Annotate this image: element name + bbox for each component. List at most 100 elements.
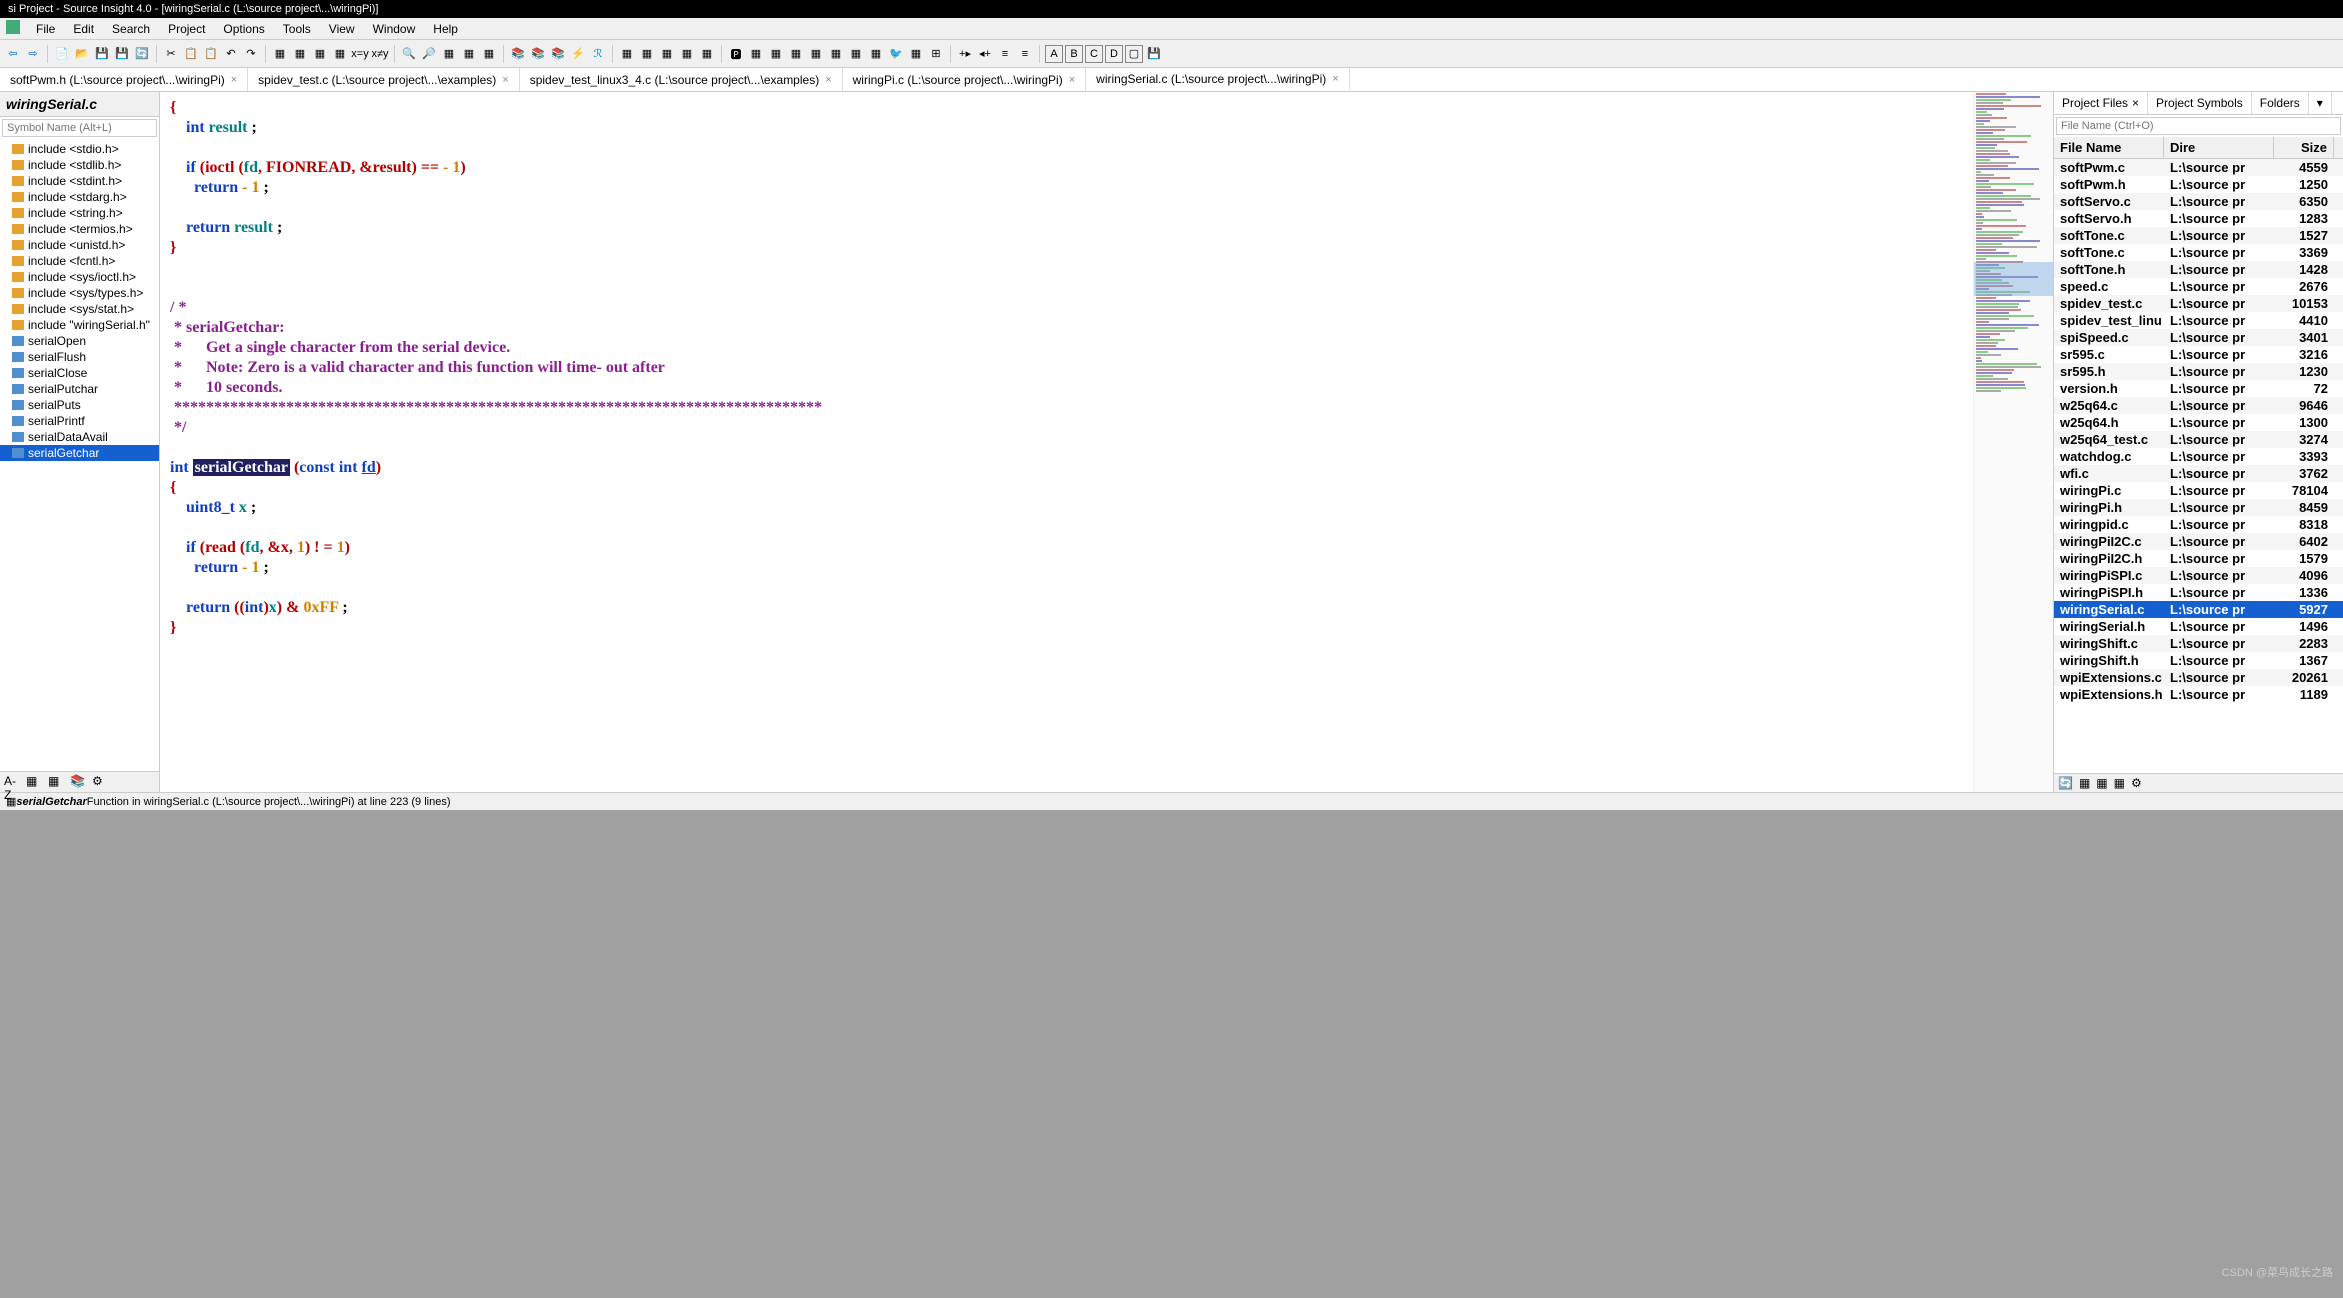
tool-icon[interactable]: +▸ bbox=[956, 45, 974, 63]
file-row[interactable]: wiringPiSPI.cL:\source pr4096 bbox=[2054, 567, 2343, 584]
symbol-item[interactable]: serialDataAvail bbox=[0, 429, 159, 445]
menu-search[interactable]: Search bbox=[104, 20, 158, 37]
tool-icon[interactable]: ▦ bbox=[787, 45, 805, 63]
symbol-item[interactable]: include <sys/types.h> bbox=[0, 285, 159, 301]
file-row[interactable]: w25q64.hL:\source pr1300 bbox=[2054, 414, 2343, 431]
tool-icon[interactable]: 📚 bbox=[529, 45, 547, 63]
file-row[interactable]: softPwm.cL:\source pr4559 bbox=[2054, 159, 2343, 176]
file-row[interactable]: softServo.hL:\source pr1283 bbox=[2054, 210, 2343, 227]
tool-icon[interactable]: ▦ bbox=[2096, 776, 2107, 790]
forward-button[interactable]: ⇨ bbox=[24, 45, 42, 63]
back-button[interactable]: ⇦ bbox=[4, 45, 22, 63]
file-row[interactable]: wpiExtensions.cL:\source pr20261 bbox=[2054, 669, 2343, 686]
tab-project-files[interactable]: Project Files× bbox=[2054, 92, 2148, 114]
redo-icon[interactable]: ↷ bbox=[242, 45, 260, 63]
tool-icon[interactable]: ▦ bbox=[271, 45, 289, 63]
layout-icon[interactable]: ▦ bbox=[678, 45, 696, 63]
refresh-icon[interactable]: 🔄 bbox=[2058, 776, 2073, 790]
file-row[interactable]: sr595.hL:\source pr1230 bbox=[2054, 363, 2343, 380]
cut-icon[interactable]: ✂ bbox=[162, 45, 180, 63]
file-row[interactable]: wiringpid.cL:\source pr8318 bbox=[2054, 516, 2343, 533]
layout-icon[interactable]: ▦ bbox=[618, 45, 636, 63]
col-size[interactable]: Size bbox=[2274, 137, 2334, 158]
file-row[interactable]: watchdog.cL:\source pr3393 bbox=[2054, 448, 2343, 465]
layout-full-icon[interactable]: ▢ bbox=[1125, 45, 1143, 63]
file-row[interactable]: version.hL:\source pr72 bbox=[2054, 380, 2343, 397]
symbol-item[interactable]: include <stdint.h> bbox=[0, 173, 159, 189]
tool-icon[interactable]: ▦ bbox=[867, 45, 885, 63]
menu-help[interactable]: Help bbox=[425, 20, 466, 37]
symbol-item[interactable]: serialGetchar bbox=[0, 445, 159, 461]
tool-icon[interactable]: ▦ bbox=[807, 45, 825, 63]
menu-view[interactable]: View bbox=[321, 20, 363, 37]
file-row[interactable]: softTone.hL:\source pr1428 bbox=[2054, 261, 2343, 278]
tool-icon[interactable]: x≠y bbox=[371, 45, 389, 63]
close-icon[interactable]: × bbox=[1332, 73, 1338, 85]
menu-tools[interactable]: Tools bbox=[275, 20, 319, 37]
symbol-tree[interactable]: include <stdio.h>include <stdlib.h>inclu… bbox=[0, 139, 159, 771]
tool-icon[interactable]: ▦ bbox=[331, 45, 349, 63]
layout-d-icon[interactable]: D bbox=[1105, 45, 1123, 63]
tool-icon[interactable]: 📚 bbox=[509, 45, 527, 63]
layout-c-icon[interactable]: C bbox=[1085, 45, 1103, 63]
symbol-item[interactable]: serialFlush bbox=[0, 349, 159, 365]
symbol-item[interactable]: include <sys/ioctl.h> bbox=[0, 269, 159, 285]
file-row[interactable]: wiringPi.cL:\source pr78104 bbox=[2054, 482, 2343, 499]
symbol-item[interactable]: serialPutchar bbox=[0, 381, 159, 397]
file-row[interactable]: wiringPiSPI.hL:\source pr1336 bbox=[2054, 584, 2343, 601]
save-all-icon[interactable]: 💾 bbox=[113, 45, 131, 63]
file-row[interactable]: wpiExtensions.hL:\source pr1189 bbox=[2054, 686, 2343, 703]
tool-icon[interactable]: ▦ bbox=[480, 45, 498, 63]
file-row[interactable]: wiringShift.hL:\source pr1367 bbox=[2054, 652, 2343, 669]
symbol-item[interactable]: include <sys/stat.h> bbox=[0, 301, 159, 317]
close-icon[interactable]: × bbox=[231, 74, 237, 86]
tool-icon[interactable]: ▦ bbox=[767, 45, 785, 63]
tool-icon[interactable]: ≡ bbox=[996, 45, 1014, 63]
paste-icon[interactable]: 📋 bbox=[202, 45, 220, 63]
layout-icon[interactable]: ▦ bbox=[638, 45, 656, 63]
undo-icon[interactable]: ↶ bbox=[222, 45, 240, 63]
tool-icon[interactable]: ▦ bbox=[48, 774, 64, 790]
tool-icon[interactable]: ▦ bbox=[2079, 776, 2090, 790]
tool-icon[interactable]: ⊞ bbox=[927, 45, 945, 63]
layout-icon[interactable]: ▦ bbox=[658, 45, 676, 63]
gear-icon[interactable]: ⚙ bbox=[2131, 776, 2142, 790]
new-file-icon[interactable]: 📄 bbox=[53, 45, 71, 63]
close-icon[interactable]: × bbox=[825, 74, 831, 86]
code-editor[interactable]: { int result ; if (ioctl (fd, FIONREAD, … bbox=[160, 92, 2053, 792]
symbol-item[interactable]: include <fcntl.h> bbox=[0, 253, 159, 269]
menu-edit[interactable]: Edit bbox=[65, 20, 102, 37]
document-tab[interactable]: wiringSerial.c (L:\source project\...\wi… bbox=[1086, 68, 1350, 91]
file-search-input[interactable] bbox=[2056, 117, 2341, 135]
tool-icon[interactable]: ▦ bbox=[460, 45, 478, 63]
layout-a-icon[interactable]: A bbox=[1045, 45, 1063, 63]
tool-icon[interactable]: 📚 bbox=[70, 774, 86, 790]
document-tab[interactable]: spidev_test.c (L:\source project\...\exa… bbox=[248, 68, 520, 91]
menu-options[interactable]: Options bbox=[215, 20, 272, 37]
menu-window[interactable]: Window bbox=[365, 20, 424, 37]
file-row[interactable]: wiringShift.cL:\source pr2283 bbox=[2054, 635, 2343, 652]
tool-icon[interactable]: ◂+ bbox=[976, 45, 994, 63]
file-row[interactable]: wiringPi.hL:\source pr8459 bbox=[2054, 499, 2343, 516]
symbol-item[interactable]: include <stdarg.h> bbox=[0, 189, 159, 205]
tool-icon[interactable]: ▦ bbox=[311, 45, 329, 63]
tool-icon[interactable]: ≡ bbox=[1016, 45, 1034, 63]
save-icon[interactable]: 💾 bbox=[93, 45, 111, 63]
tool-icon[interactable]: 🅿 bbox=[727, 45, 745, 63]
tool-icon[interactable]: x=y bbox=[351, 45, 369, 63]
refresh-icon[interactable]: 🔄 bbox=[133, 45, 151, 63]
file-row[interactable]: spidev_test_linuL:\source pr4410 bbox=[2054, 312, 2343, 329]
file-row[interactable]: speed.cL:\source pr2676 bbox=[2054, 278, 2343, 295]
close-icon[interactable]: × bbox=[502, 74, 508, 86]
symbol-search-input[interactable] bbox=[2, 119, 157, 137]
file-row[interactable]: wiringSerial.hL:\source pr1496 bbox=[2054, 618, 2343, 635]
copy-icon[interactable]: 📋 bbox=[182, 45, 200, 63]
file-row[interactable]: wiringPiI2C.cL:\source pr6402 bbox=[2054, 533, 2343, 550]
tab-folders[interactable]: Folders bbox=[2252, 92, 2309, 114]
symbol-item[interactable]: include <string.h> bbox=[0, 205, 159, 221]
file-row[interactable]: wfi.cL:\source pr3762 bbox=[2054, 465, 2343, 482]
file-row[interactable]: spidev_test.cL:\source pr10153 bbox=[2054, 295, 2343, 312]
file-row[interactable]: w25q64.cL:\source pr9646 bbox=[2054, 397, 2343, 414]
tool-icon[interactable]: ℛ bbox=[589, 45, 607, 63]
layout-b-icon[interactable]: B bbox=[1065, 45, 1083, 63]
